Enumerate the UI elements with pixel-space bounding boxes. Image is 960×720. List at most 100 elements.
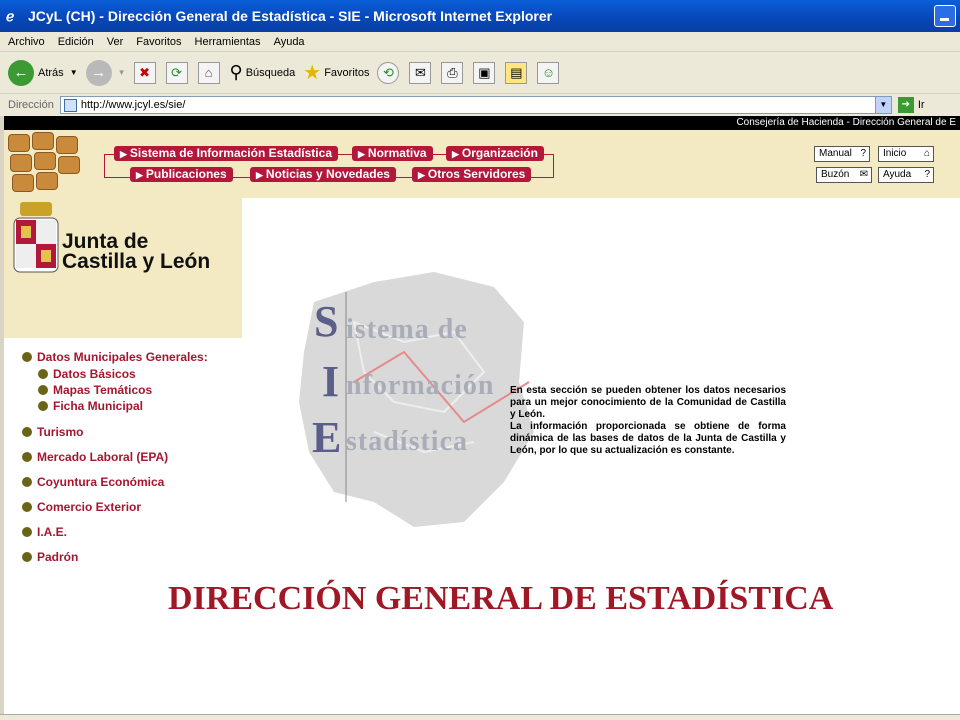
- sie-letter-s: S: [314, 297, 339, 346]
- menu-ayuda[interactable]: Ayuda: [274, 36, 305, 48]
- menu-item-mercado[interactable]: Mercado Laboral (EPA): [22, 450, 168, 464]
- bullet-icon: [38, 385, 48, 395]
- home-icon[interactable]: ⌂: [197, 61, 220, 84]
- menu-item-iae[interactable]: I.A.E.: [22, 525, 67, 539]
- menu-archivo[interactable]: Archivo: [8, 36, 45, 48]
- sie-word-estadistica: stadística: [346, 426, 468, 457]
- address-label: Dirección: [8, 99, 54, 111]
- messenger-icon[interactable]: ☺: [537, 61, 560, 84]
- favorites-button[interactable]: ★ Favoritos: [303, 60, 369, 85]
- menu-item-ficha[interactable]: Ficha Municipal: [38, 399, 143, 413]
- logo-line-1: Junta de: [62, 230, 149, 253]
- mail-icon[interactable]: ✉: [409, 61, 432, 84]
- question-icon: ?: [860, 148, 866, 159]
- menu-favoritos[interactable]: Favoritos: [136, 36, 181, 48]
- nav-otros-button[interactable]: ▶ Otros Servidores: [412, 167, 532, 182]
- bullet-icon: [38, 369, 48, 379]
- menu-bar: Archivo Edición Ver Favoritos Herramient…: [0, 32, 960, 52]
- manual-label: Manual: [819, 148, 852, 159]
- forward-arrow-icon: →: [85, 59, 112, 86]
- sie-letter-i: I: [322, 357, 340, 406]
- bullet-icon: [22, 502, 32, 512]
- logo-line-2: Castilla y León: [62, 250, 211, 273]
- menu-item-datos-basicos[interactable]: Datos Básicos: [38, 367, 136, 381]
- stop-icon[interactable]: ✖: [133, 61, 156, 84]
- search-icon: ⚲: [229, 62, 243, 82]
- menu-item-label: Mercado Laboral (EPA): [37, 450, 169, 464]
- print-icon[interactable]: ⎙: [441, 61, 464, 84]
- refresh-icon[interactable]: ⟳: [165, 61, 188, 84]
- chevron-down-icon[interactable]: ▼: [874, 97, 891, 113]
- manual-button[interactable]: Manual?: [814, 146, 870, 162]
- back-arrow-icon: ←: [8, 59, 34, 86]
- sie-letter-e: E: [312, 413, 342, 462]
- ayuda-button[interactable]: Ayuda?: [878, 167, 934, 183]
- dropdown-arrow-icon[interactable]: ▼: [118, 68, 126, 77]
- menu-item-label: Datos Municipales Generales:: [37, 350, 208, 364]
- edit-icon[interactable]: ▣: [473, 61, 496, 84]
- notes-icon[interactable]: ▤: [505, 61, 528, 84]
- dropdown-arrow-icon[interactable]: ▼: [70, 68, 78, 77]
- menu-item-label: Padrón: [37, 550, 79, 564]
- menu-item-datos-municipales[interactable]: Datos Municipales Generales:: [22, 350, 208, 364]
- sie-word-sistema: istema de: [346, 314, 468, 345]
- coat-of-arms-icon: [13, 202, 59, 273]
- menu-ver[interactable]: Ver: [107, 36, 124, 48]
- go-button[interactable]: ➔ Ir: [897, 97, 925, 113]
- menu-item-label: Mapas Temáticos: [53, 383, 153, 397]
- mailbox-icon: ✉: [859, 169, 868, 180]
- search-button[interactable]: ⚲ Búsqueda: [230, 62, 296, 83]
- junta-logo-text: Junta de Castilla y León: [62, 230, 211, 273]
- toolbar: ← Atrás ▼ → ▼ ✖ ⟳ ⌂ ⚲ Búsqueda ★ Favorit…: [0, 52, 960, 94]
- menu-item-label: Comercio Exterior: [37, 500, 142, 514]
- menu-item-mapas[interactable]: Mapas Temáticos: [38, 383, 152, 397]
- search-label: Búsqueda: [245, 66, 296, 79]
- url-input[interactable]: http://www.jcyl.es/sie/ ▼: [59, 96, 892, 114]
- menu-edicion[interactable]: Edición: [58, 36, 94, 48]
- bullet-icon: [22, 552, 32, 562]
- nav-organizacion-button[interactable]: ▶ Organización: [446, 146, 544, 161]
- bullet-icon: [22, 477, 32, 487]
- nav-noticias-label: Noticias y Novedades: [265, 167, 390, 181]
- nav-sie-button[interactable]: ▶ Sistema de Información Estadística: [114, 146, 338, 161]
- nav-noticias-button[interactable]: ▶ Noticias y Novedades: [250, 167, 396, 182]
- back-button[interactable]: ← Atrás ▼: [8, 59, 78, 86]
- nav-normativa-button[interactable]: ▶ Normativa: [352, 146, 433, 161]
- forward-button[interactable]: → ▼: [85, 59, 126, 86]
- nav-publicaciones-label: Publicaciones: [145, 167, 227, 181]
- inicio-button[interactable]: Inicio ⌂: [878, 146, 934, 162]
- menu-item-comercio[interactable]: Comercio Exterior: [22, 500, 141, 514]
- url-text: http://www.jcyl.es/sie/: [80, 99, 186, 111]
- logo-tiles-icon: [6, 130, 100, 198]
- back-label: Atrás: [38, 66, 64, 79]
- window-title: JCyL (CH) - Dirección General de Estadís…: [28, 8, 553, 24]
- minimize-button[interactable]: [934, 5, 956, 27]
- favorites-label: Favoritos: [324, 66, 370, 79]
- sie-word-informacion: nformación: [346, 370, 495, 401]
- question-icon: ?: [924, 169, 930, 180]
- menu-item-padron[interactable]: Padrón: [22, 550, 78, 564]
- menu-item-coyuntura[interactable]: Coyuntura Económica: [22, 475, 164, 489]
- top-strip: Consejería de Hacienda - Dirección Gener…: [4, 116, 960, 130]
- nav-normativa-label: Normativa: [367, 146, 427, 160]
- buzon-button[interactable]: Buzón ✉: [816, 167, 872, 183]
- nav-organizacion-label: Organización: [461, 146, 538, 160]
- menu-item-label: Datos Básicos: [53, 367, 136, 381]
- nav-publicaciones-button[interactable]: ▶ Publicaciones: [130, 167, 233, 182]
- history-icon[interactable]: ⟲: [377, 61, 400, 84]
- page-title: DIRECCIÓN GENERAL DE ESTADÍSTICA: [168, 580, 834, 617]
- nav-sie-label: Sistema de Información Estadística: [129, 146, 332, 160]
- ie-logo-icon: ℯ: [6, 8, 15, 24]
- ayuda-label: Ayuda: [883, 169, 912, 180]
- menu-item-label: Coyuntura Económica: [37, 475, 165, 489]
- menu-herramientas[interactable]: Herramientas: [195, 36, 261, 48]
- menu-item-turismo[interactable]: Turismo: [22, 425, 83, 439]
- bullet-icon: [38, 401, 48, 411]
- inicio-label: Inicio: [883, 148, 907, 159]
- page-icon: [63, 99, 77, 112]
- status-bar: [0, 714, 960, 720]
- home-icon: ⌂: [923, 148, 930, 159]
- menu-item-label: I.A.E.: [37, 525, 68, 539]
- go-arrow-icon: ➔: [897, 97, 914, 113]
- bullet-icon: [22, 352, 32, 362]
